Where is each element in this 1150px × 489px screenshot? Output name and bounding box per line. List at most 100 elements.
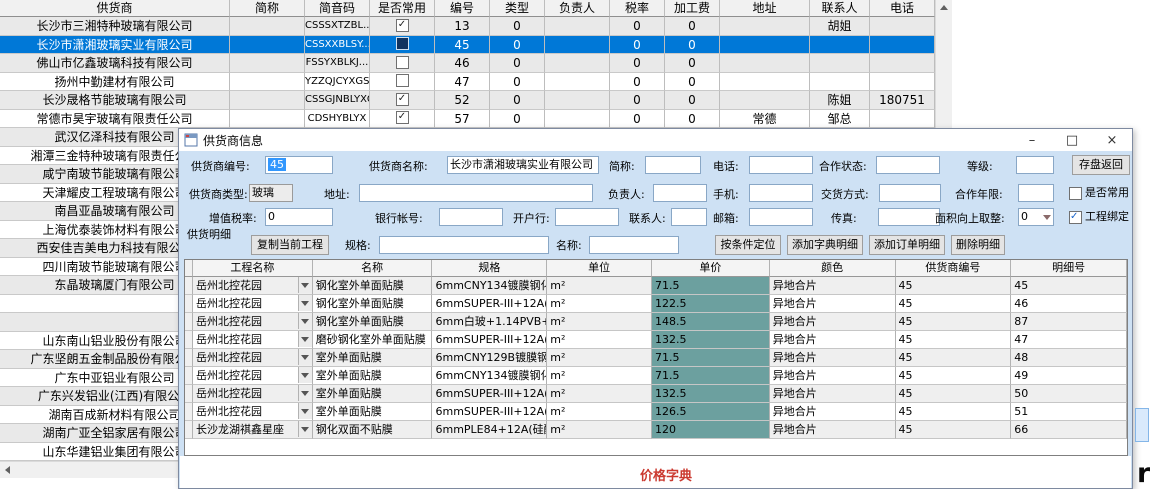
table-cell[interactable] (810, 54, 870, 73)
table-row[interactable]: 长沙晟格节能玻璃有限公司CSSGJNBLYXGS✓52000陈姐180751 (0, 91, 935, 110)
unit-cell[interactable]: m² (547, 277, 652, 295)
price-cell[interactable]: 120 (652, 421, 770, 439)
table-cell[interactable]: ✓ (370, 91, 435, 110)
column-header[interactable]: 供货商 (0, 0, 230, 17)
table-cell[interactable]: 0 (610, 54, 665, 73)
common-checkbox[interactable]: 是否常用 (1069, 186, 1129, 200)
price-cell[interactable]: 71.5 (652, 277, 770, 295)
color-cell[interactable]: 异地合片 (770, 403, 896, 421)
column-header[interactable]: 简称 (230, 0, 305, 17)
grid-column-header[interactable]: 名称 (313, 260, 433, 277)
chevron-down-icon[interactable] (298, 403, 312, 419)
project-name-cell[interactable]: 岳州北控花园 (193, 277, 313, 295)
table-cell[interactable] (720, 17, 810, 36)
grid-row[interactable]: 岳州北控花园钢化室外单面贴膜6mm白玻+1.14PVB+6mm...m²148.… (185, 313, 1127, 331)
table-cell[interactable] (370, 73, 435, 92)
fax-field[interactable] (878, 208, 940, 226)
round-up-dropdown[interactable]: 0 (1018, 208, 1054, 226)
supplier-id-cell[interactable]: 45 (896, 295, 1012, 313)
unit-cell[interactable]: m² (547, 313, 652, 331)
table-row[interactable]: 扬州中勤建材有限公司YZZQJCYXGS47000 (0, 73, 935, 92)
chevron-down-icon[interactable] (298, 313, 312, 329)
add-order-detail-button[interactable]: 添加订单明细 (869, 235, 945, 255)
grade-field[interactable] (1016, 156, 1054, 174)
price-cell[interactable]: 126.5 (652, 403, 770, 421)
detail-id-cell[interactable]: 45 (1011, 277, 1127, 295)
chevron-down-icon[interactable] (298, 331, 312, 347)
table-cell[interactable]: 0 (665, 17, 720, 36)
name-cell[interactable]: 钢化室外单面贴膜 (313, 277, 433, 295)
table-cell[interactable] (870, 110, 935, 129)
unit-cell[interactable]: m² (547, 403, 652, 421)
supplier-id-cell[interactable]: 45 (896, 367, 1012, 385)
table-cell[interactable]: 52 (435, 91, 490, 110)
table-cell[interactable]: 0 (490, 36, 545, 55)
unit-cell[interactable]: m² (547, 421, 652, 439)
bank-field[interactable] (555, 208, 619, 226)
table-cell[interactable] (545, 36, 610, 55)
supplier-name-cell[interactable]: 佛山市亿鑫玻璃科技有限公司 (0, 54, 230, 73)
supplier-id-cell[interactable]: 45 (896, 331, 1012, 349)
add-dictionary-detail-button[interactable]: 添加字典明细 (787, 235, 863, 255)
name-cell[interactable]: 室外单面贴膜 (313, 367, 433, 385)
name-cell[interactable]: 磨砂钢化室外单面贴膜 (313, 331, 433, 349)
row-selector[interactable] (185, 385, 193, 403)
table-cell[interactable]: 0 (665, 110, 720, 129)
grid-row[interactable]: 岳州北控花园钢化室外单面贴膜6mmSUPER-III+12A(硅...m²122… (185, 295, 1127, 313)
spec-cell[interactable]: 6mmPLE84+12A(硅酮胶... (432, 421, 547, 439)
table-cell[interactable]: 0 (490, 73, 545, 92)
table-cell[interactable] (545, 110, 610, 129)
color-cell[interactable]: 异地合片 (770, 349, 896, 367)
table-cell[interactable] (720, 91, 810, 110)
color-cell[interactable]: 异地合片 (770, 367, 896, 385)
grid-row[interactable]: 岳州北控花园磨砂钢化室外单面贴膜6mmSUPER-III+12A(硅...m²1… (185, 331, 1127, 349)
grid-column-header[interactable]: 工程名称 (193, 260, 313, 277)
table-row[interactable]: 长沙市潇湘玻璃实业有限公司CSSXXBLSY...45000 (0, 36, 935, 55)
supplier-id-cell[interactable]: 45 (896, 277, 1012, 295)
column-header[interactable]: 税率 (610, 0, 665, 17)
chevron-down-icon[interactable] (298, 277, 312, 293)
color-cell[interactable]: 异地合片 (770, 313, 896, 331)
grid-row[interactable]: 岳州北控花园室外单面贴膜6mmCNY129B镀膜钢化m²71.5异地合片4548 (185, 349, 1127, 367)
table-cell[interactable]: 46 (435, 54, 490, 73)
checkbox-checked-icon[interactable]: ✓ (396, 93, 409, 106)
color-cell[interactable]: 异地合片 (770, 295, 896, 313)
price-cell[interactable]: 148.5 (652, 313, 770, 331)
scroll-left-icon[interactable] (0, 462, 15, 478)
row-selector[interactable] (185, 403, 193, 421)
project-name-cell[interactable]: 岳州北控花园 (193, 331, 313, 349)
table-cell[interactable] (230, 73, 305, 92)
grid-row[interactable]: 岳州北控花园室外单面贴膜6mmSUPER-III+12A(硅...m²132.5… (185, 385, 1127, 403)
checkbox-icon[interactable] (396, 37, 409, 50)
table-cell[interactable]: 0 (665, 73, 720, 92)
grid-column-header[interactable]: 规格 (432, 260, 547, 277)
detail-id-cell[interactable]: 47 (1011, 331, 1127, 349)
name-cell[interactable]: 钢化室外单面贴膜 (313, 313, 433, 331)
manager-field[interactable] (653, 184, 707, 202)
detail-id-cell[interactable]: 49 (1011, 367, 1127, 385)
detail-id-cell[interactable]: 48 (1011, 349, 1127, 367)
table-cell[interactable]: CSSSXTZBL... (305, 17, 370, 36)
project-name-cell[interactable]: 岳州北控花园 (193, 385, 313, 403)
coop-status-field[interactable] (876, 156, 940, 174)
grid-row[interactable]: 岳州北控花园钢化室外单面贴膜6mmCNY134镀膜钢化m²71.5异地合片454… (185, 277, 1127, 295)
table-cell[interactable] (230, 17, 305, 36)
table-cell[interactable]: 邹总 (810, 110, 870, 129)
checkbox-checked-icon[interactable]: ✓ (396, 19, 409, 32)
detail-id-cell[interactable]: 87 (1011, 313, 1127, 331)
table-cell[interactable] (870, 73, 935, 92)
color-cell[interactable]: 异地合片 (770, 277, 896, 295)
project-name-cell[interactable]: 长沙龙湖祺鑫星座 (193, 421, 313, 439)
column-header[interactable]: 简音码 (305, 0, 370, 17)
supplier-name-cell[interactable]: 扬州中勤建材有限公司 (0, 73, 230, 92)
table-row[interactable]: 常德市昊宇玻璃有限责任公司CDSHYBLYX✓57000常德邹总 (0, 110, 935, 129)
name-cell[interactable]: 钢化双面不贴膜 (313, 421, 433, 439)
chevron-down-icon[interactable] (298, 385, 312, 401)
spec-cell[interactable]: 6mmCNY129B镀膜钢化 (432, 349, 547, 367)
supplier-name-cell[interactable]: 长沙晟格节能玻璃有限公司 (0, 91, 230, 110)
table-cell[interactable]: 0 (665, 91, 720, 110)
grid-row[interactable]: 岳州北控花园室外单面贴膜6mmSUPER-III+12A(硅...m²126.5… (185, 403, 1127, 421)
supplier-name-cell[interactable]: 常德市昊宇玻璃有限责任公司 (0, 110, 230, 129)
table-cell[interactable] (810, 36, 870, 55)
supplier-id-cell[interactable]: 45 (896, 421, 1012, 439)
